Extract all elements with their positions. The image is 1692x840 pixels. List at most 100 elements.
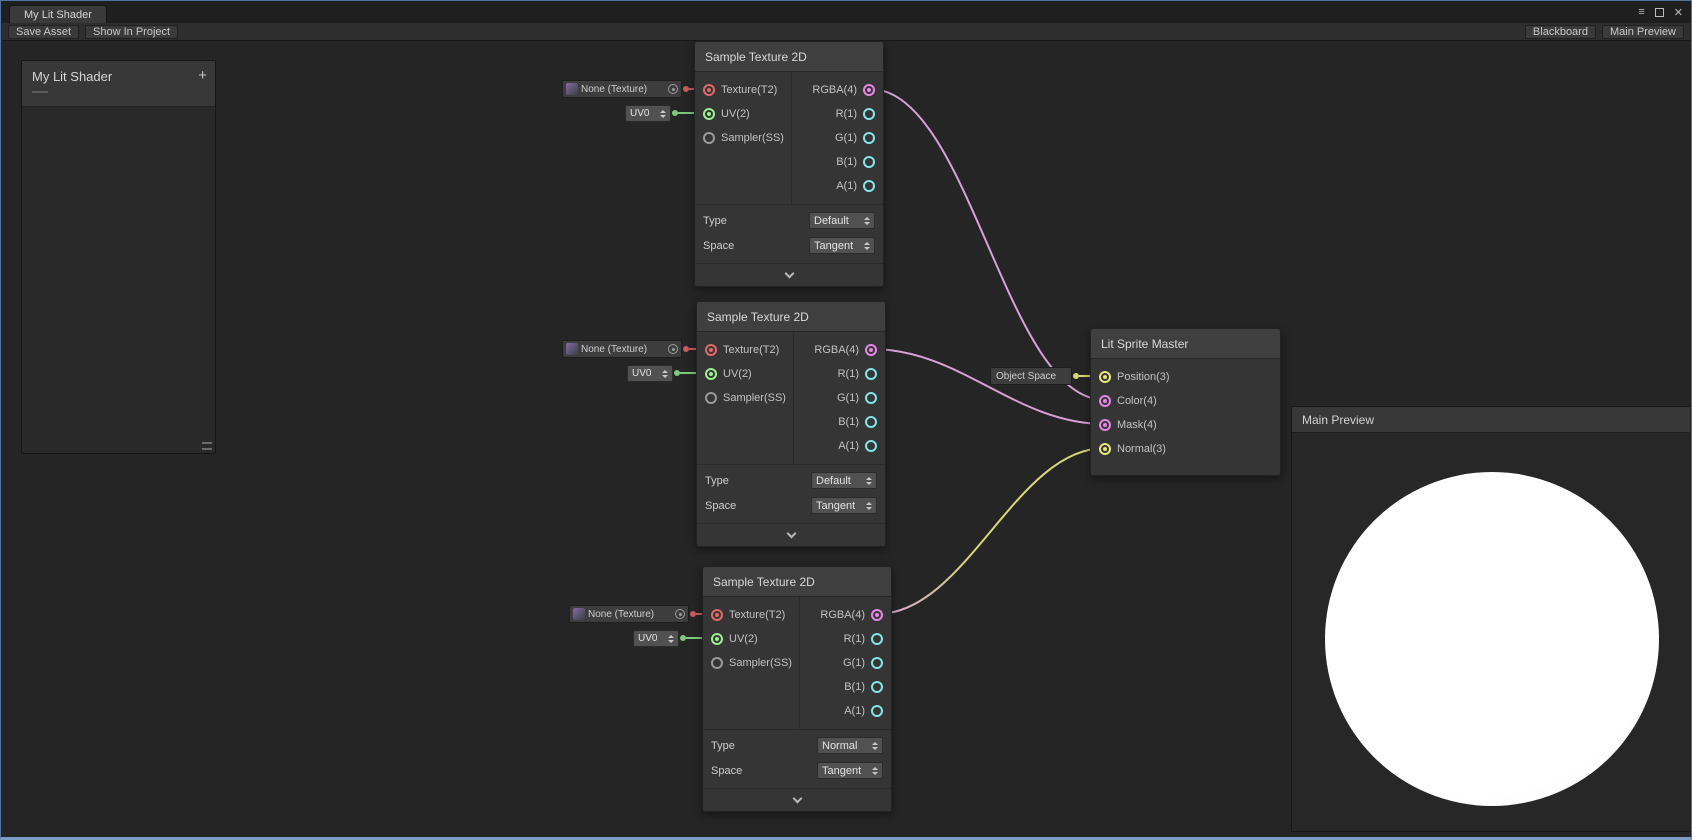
tab-my-lit-shader[interactable]: My Lit Shader xyxy=(9,5,107,23)
port-b-out[interactable] xyxy=(865,416,877,428)
menu-icon[interactable]: ≡ xyxy=(1638,6,1644,18)
add-property-button[interactable]: + xyxy=(198,67,207,84)
object-picker-icon[interactable] xyxy=(668,344,678,354)
position-space-field[interactable]: Object Space xyxy=(990,367,1072,385)
toolbar: Save Asset Show In Project Blackboard Ma… xyxy=(2,23,1690,41)
uv-connector-dot-3[interactable] xyxy=(680,635,686,641)
port-label: G(1) xyxy=(843,657,865,669)
port-rgba-out[interactable] xyxy=(871,609,883,621)
port-a-out[interactable] xyxy=(865,440,877,452)
blackboard-panel[interactable]: My Lit Shader + xyxy=(21,60,216,454)
uv-connector-dot-1[interactable] xyxy=(672,110,678,116)
port-g-out[interactable] xyxy=(863,132,875,144)
port-uv-in[interactable] xyxy=(703,108,715,120)
type-dropdown[interactable]: Default xyxy=(811,472,877,489)
texture-field-connector-dot-3[interactable] xyxy=(690,611,696,617)
port-sampler-in[interactable] xyxy=(705,392,717,404)
port-b-out[interactable] xyxy=(863,156,875,168)
port-label: RGBA(4) xyxy=(812,84,857,96)
main-preview-title: Main Preview xyxy=(1292,407,1690,433)
port-label: A(1) xyxy=(838,440,859,452)
node-sample-texture-2d-2[interactable]: Sample Texture 2D Texture(T2) UV(2) Samp… xyxy=(696,301,886,547)
port-r-out[interactable] xyxy=(865,368,877,380)
texture-field-connector-dot-2[interactable] xyxy=(683,346,689,352)
space-dropdown[interactable]: Tangent xyxy=(811,497,877,514)
uv-channel-dropdown-3[interactable]: UV0 xyxy=(633,630,679,647)
node-title[interactable]: Sample Texture 2D xyxy=(703,567,891,597)
shader-graph-window: My Lit Shader ≡ ✕ Save Asset Show In Pro… xyxy=(0,0,1692,840)
blackboard-subtitle-dash xyxy=(32,91,48,93)
port-sampler-in[interactable] xyxy=(711,657,723,669)
main-preview-panel[interactable]: Main Preview xyxy=(1291,406,1690,832)
port-g-out[interactable] xyxy=(871,657,883,669)
space-label: Space xyxy=(711,765,742,777)
port-uv-in[interactable] xyxy=(711,633,723,645)
maximize-icon[interactable] xyxy=(1655,8,1664,17)
space-dropdown[interactable]: Tangent xyxy=(817,762,883,779)
port-rgba-out[interactable] xyxy=(865,344,877,356)
port-label: G(1) xyxy=(837,392,859,404)
port-mask-in[interactable] xyxy=(1099,419,1111,431)
object-picker-icon[interactable] xyxy=(668,84,678,94)
port-label: Normal(3) xyxy=(1117,443,1166,455)
chevron-down-icon xyxy=(786,528,796,538)
port-label: UV(2) xyxy=(729,633,758,645)
object-space-connector-dot[interactable] xyxy=(1073,373,1079,379)
wire-rgba3-to-normal[interactable] xyxy=(877,448,1105,614)
node-title[interactable]: Sample Texture 2D xyxy=(695,42,883,72)
stepper-icon xyxy=(872,742,878,750)
preview-sphere xyxy=(1325,472,1659,806)
collapse-preview-button[interactable] xyxy=(695,263,883,286)
port-label: Mask(4) xyxy=(1117,419,1157,431)
save-asset-button[interactable]: Save Asset xyxy=(8,25,79,39)
port-uv-in[interactable] xyxy=(705,368,717,380)
port-normal-in[interactable] xyxy=(1099,443,1111,455)
blackboard-toggle-button[interactable]: Blackboard xyxy=(1525,25,1596,39)
uv-channel-dropdown-1[interactable]: UV0 xyxy=(625,105,671,122)
collapse-preview-button[interactable] xyxy=(697,523,885,546)
texture-field-connector-dot-1[interactable] xyxy=(683,86,689,92)
blackboard-resize-grip[interactable] xyxy=(202,442,212,450)
main-preview-toggle-button[interactable]: Main Preview xyxy=(1602,25,1684,39)
port-rgba-out[interactable] xyxy=(863,84,875,96)
port-a-out[interactable] xyxy=(863,180,875,192)
uv-connector-dot-2[interactable] xyxy=(674,370,680,376)
port-texture-in[interactable] xyxy=(705,344,717,356)
port-texture-in[interactable] xyxy=(711,609,723,621)
space-dropdown[interactable]: Tangent xyxy=(809,237,875,254)
node-lit-sprite-master[interactable]: Lit Sprite Master Position(3) Color(4) M… xyxy=(1090,328,1281,476)
node-title[interactable]: Sample Texture 2D xyxy=(697,302,885,332)
texture-thumbnail-icon xyxy=(566,83,578,95)
port-a-out[interactable] xyxy=(871,705,883,717)
port-label: B(1) xyxy=(838,416,859,428)
port-label: UV(2) xyxy=(723,368,752,380)
port-sampler-in[interactable] xyxy=(703,132,715,144)
port-r-out[interactable] xyxy=(863,108,875,120)
port-position-in[interactable] xyxy=(1099,371,1111,383)
texture-thumbnail-icon xyxy=(573,608,585,620)
show-in-project-button[interactable]: Show In Project xyxy=(85,25,178,39)
uv-channel-dropdown-2[interactable]: UV0 xyxy=(627,365,673,382)
node-title[interactable]: Lit Sprite Master xyxy=(1091,329,1280,359)
close-icon[interactable]: ✕ xyxy=(1674,6,1683,19)
type-value: Normal xyxy=(822,740,857,752)
graph-canvas[interactable]: My Lit Shader + Sample Texture 2D Textur… xyxy=(2,41,1690,837)
object-picker-icon[interactable] xyxy=(675,609,685,619)
main-preview-viewport[interactable] xyxy=(1292,433,1690,831)
texture-object-field-2[interactable]: None (Texture) xyxy=(562,340,682,358)
texture-object-field-3[interactable]: None (Texture) xyxy=(569,605,689,623)
texture-object-field-1[interactable]: None (Texture) xyxy=(562,80,682,98)
port-g-out[interactable] xyxy=(865,392,877,404)
stepper-icon xyxy=(668,635,674,643)
port-b-out[interactable] xyxy=(871,681,883,693)
type-dropdown[interactable]: Default xyxy=(809,212,875,229)
node-sample-texture-2d-1[interactable]: Sample Texture 2D Texture(T2) UV(2) Samp… xyxy=(694,41,884,287)
port-color-in[interactable] xyxy=(1099,395,1111,407)
port-label: A(1) xyxy=(844,705,865,717)
port-texture-in[interactable] xyxy=(703,84,715,96)
node-sample-texture-2d-3[interactable]: Sample Texture 2D Texture(T2) UV(2) Samp… xyxy=(702,566,892,812)
collapse-preview-button[interactable] xyxy=(703,788,891,811)
type-dropdown[interactable]: Normal xyxy=(817,737,883,754)
chevron-down-icon xyxy=(792,793,802,803)
port-r-out[interactable] xyxy=(871,633,883,645)
